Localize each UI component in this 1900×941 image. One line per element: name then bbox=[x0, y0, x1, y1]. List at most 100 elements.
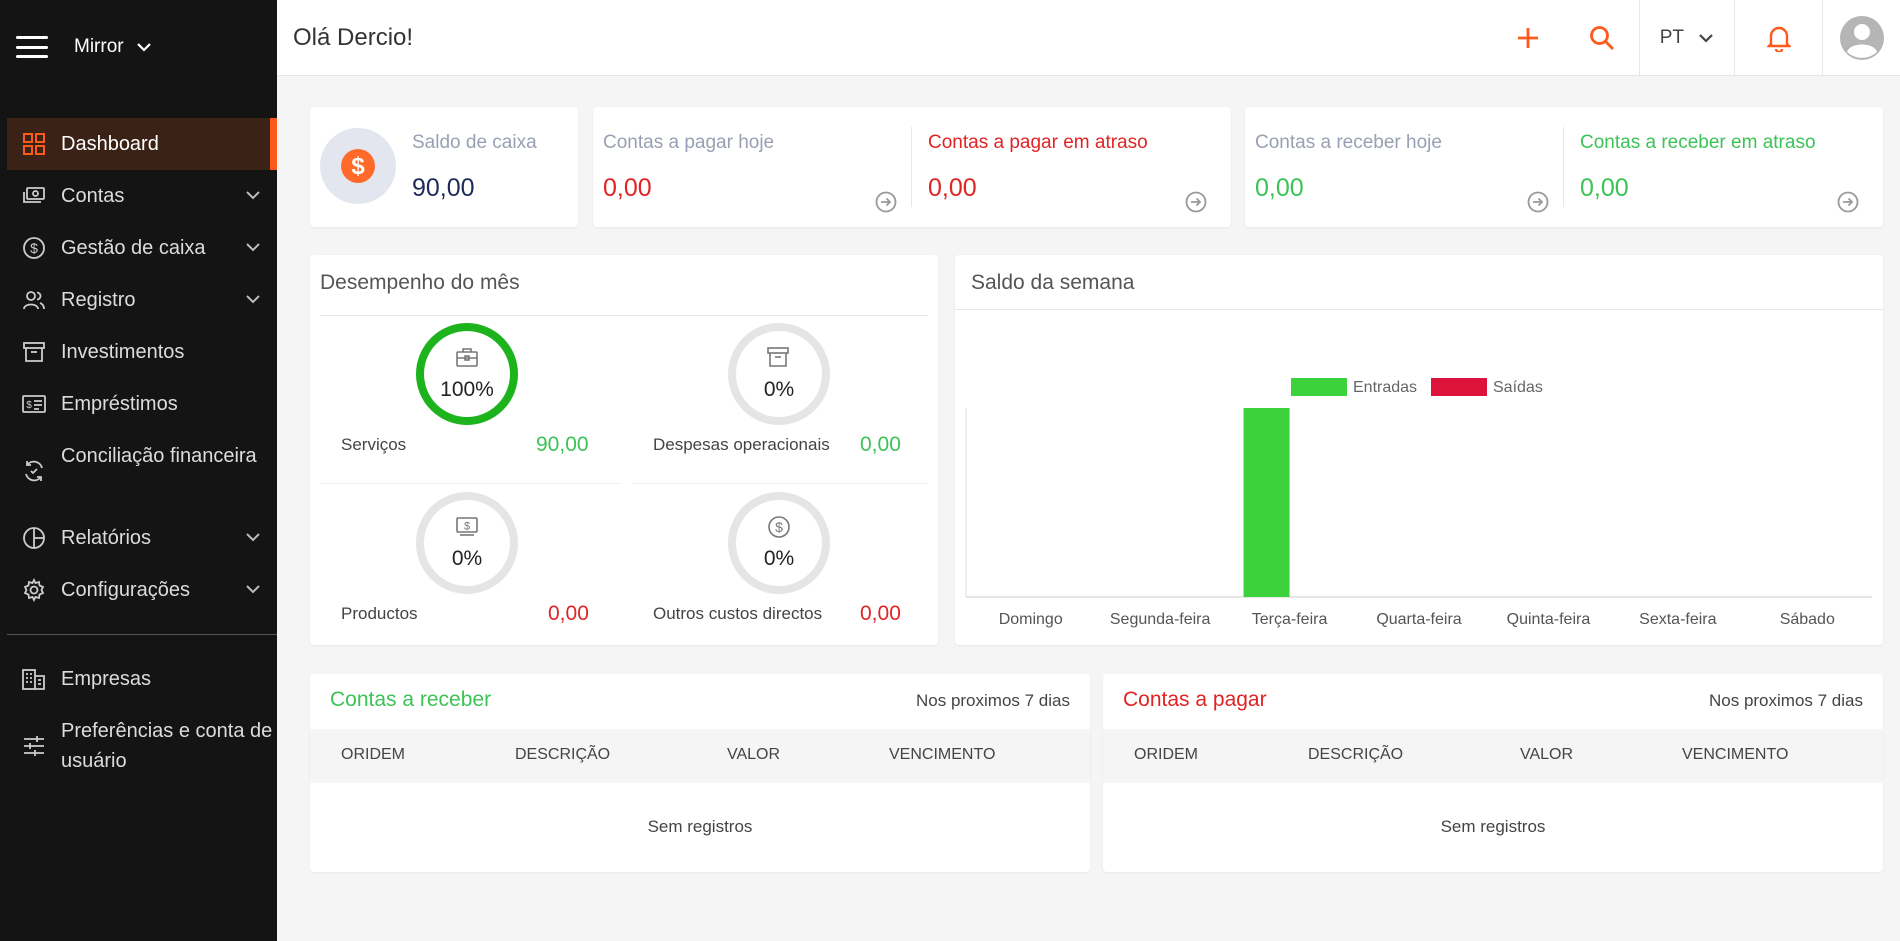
sidebar-item-empresas[interactable]: Empresas bbox=[7, 653, 277, 705]
cash-card-icon: $ bbox=[21, 389, 47, 419]
column-header: VENCIMENTO bbox=[889, 746, 996, 763]
saldo-caixa-card: $ bbox=[310, 107, 578, 227]
empty-state: Sem registros bbox=[647, 817, 753, 836]
chart-x-tick-label: Quinta-feira bbox=[1507, 611, 1591, 628]
empty-state: Sem registros bbox=[1440, 817, 1546, 836]
sidebar-item-label: Investimentos bbox=[61, 341, 185, 363]
sidebar-item-investimentos[interactable]: Investimentos bbox=[7, 326, 277, 378]
column-header: ORIDEM bbox=[1134, 746, 1198, 763]
notifications-button[interactable] bbox=[1735, 0, 1822, 76]
chevron-down-icon bbox=[246, 243, 260, 252]
company-selector[interactable]: Mirror bbox=[74, 36, 152, 58]
sidebar-item-configuracoes[interactable]: Configurações bbox=[7, 564, 277, 616]
svg-text:$: $ bbox=[464, 521, 470, 533]
contas-receber-card bbox=[1245, 107, 1883, 227]
sidebar-item-contas[interactable]: Contas bbox=[7, 170, 277, 222]
receber-table-title: Contas a receber bbox=[330, 688, 492, 711]
plus-icon bbox=[1517, 27, 1538, 48]
metric-label-despesas: Despesas operacionais bbox=[653, 435, 830, 454]
chart-x-tick-label: Terça-feira bbox=[1252, 611, 1328, 628]
chart-x-tick-label: Domingo bbox=[999, 611, 1063, 628]
top-header: Olá Dercio! PT bbox=[277, 0, 1900, 76]
svg-text:$: $ bbox=[26, 400, 32, 411]
saldo-icon-bg: $ bbox=[320, 128, 396, 204]
table-header: ORIDEM DESCRIÇÃO VALOR VENCIMENTO bbox=[1103, 729, 1883, 783]
company-name: Mirror bbox=[74, 36, 124, 57]
briefcase-icon bbox=[456, 348, 478, 367]
sidebar-item-emprestimos[interactable]: $ Empréstimos bbox=[7, 378, 277, 430]
sidebar-nav: Dashboard Contas $ Gestão de caixa Regis… bbox=[7, 118, 277, 787]
gear-icon bbox=[21, 575, 47, 605]
users-icon bbox=[21, 285, 47, 315]
avatar-icon bbox=[1839, 15, 1884, 60]
weekly-balance-chart: Domingo Segunda-feira Terça-feira Quarta-fe… bbox=[965, 378, 1872, 628]
user-menu-button[interactable] bbox=[1823, 0, 1900, 76]
gauge-productos: $ 0% bbox=[415, 491, 519, 595]
sidebar-item-dashboard[interactable]: Dashboard bbox=[7, 118, 277, 170]
gauge-percent: 0% bbox=[763, 547, 795, 570]
chart-x-tick-label: Sábado bbox=[1780, 611, 1835, 628]
column-header: ORIDEM bbox=[341, 746, 405, 763]
sidebar-item-label: Empréstimos bbox=[61, 393, 178, 415]
gauge-ring bbox=[416, 323, 518, 425]
chart-x-tick-label: Quarta-feira bbox=[1376, 611, 1461, 628]
chart-x-tick-label: Sexta-feira bbox=[1639, 611, 1716, 628]
metric-value-servicos: 90,00 bbox=[536, 433, 589, 456]
dollar-circle-icon: $ bbox=[768, 516, 790, 538]
grid-icon bbox=[21, 129, 47, 159]
sidebar-item-label: Dashboard bbox=[61, 133, 159, 155]
add-button[interactable] bbox=[1491, 0, 1565, 76]
archive-icon bbox=[21, 337, 47, 367]
search-button[interactable] bbox=[1565, 0, 1639, 76]
gauge-percent: 0% bbox=[451, 547, 483, 570]
chart-legend-swatch bbox=[1431, 378, 1487, 396]
sync-icon bbox=[21, 456, 47, 486]
sidebar-divider bbox=[7, 634, 277, 635]
metric-value-despesas: 0,00 bbox=[860, 433, 901, 456]
sidebar-item-preferencias[interactable]: Preferências e conta de usuário bbox=[7, 705, 277, 787]
arrow-right-circle-icon[interactable] bbox=[1527, 191, 1549, 213]
cash-icon: $ bbox=[456, 517, 478, 536]
sidebar-item-gestao-caixa[interactable]: $ Gestão de caixa bbox=[7, 222, 277, 274]
arrow-right-circle-icon[interactable] bbox=[1837, 191, 1859, 213]
desempenho-title: Desempenho do mês bbox=[320, 271, 520, 294]
sidebar-header: Mirror bbox=[0, 0, 277, 94]
building-icon bbox=[21, 664, 47, 694]
card-divider bbox=[1563, 127, 1564, 207]
saldo-caixa-value: 90,00 bbox=[412, 174, 475, 202]
receber-hoje-value: 0,00 bbox=[1255, 174, 1304, 202]
sidebar-item-registro[interactable]: Registro bbox=[7, 274, 277, 326]
dollar-coin-icon: $ bbox=[341, 149, 375, 183]
arrow-right-circle-icon[interactable] bbox=[875, 191, 897, 213]
contas-pagar-card bbox=[593, 107, 1231, 227]
card-divider bbox=[911, 127, 912, 207]
receber-table-subtitle: Nos proximos 7 dias bbox=[915, 691, 1070, 710]
bell-icon bbox=[1766, 26, 1791, 52]
column-header: DESCRIÇÃO bbox=[1308, 746, 1404, 763]
gauge-percent: 0% bbox=[763, 378, 795, 401]
gauge-ring bbox=[728, 323, 830, 425]
chart-legend-swatch bbox=[1291, 378, 1347, 396]
sidebar-item-relatorios[interactable]: Relatórios bbox=[7, 512, 277, 564]
sidebar-item-conciliacao[interactable]: Conciliação financeira bbox=[7, 430, 277, 512]
contas-receber-table: Contas a receber Nos proximos 7 dias ORI… bbox=[310, 674, 1090, 872]
column-header: DESCRIÇÃO bbox=[515, 746, 611, 763]
pagar-hoje-value: 0,00 bbox=[603, 174, 652, 202]
language-label: PT bbox=[1659, 26, 1684, 48]
dollar-circle-icon: $ bbox=[21, 233, 47, 263]
pagar-hoje-label: Contas a pagar hoje bbox=[603, 132, 775, 153]
chart-legend-label: Saídas bbox=[1493, 379, 1543, 396]
contas-pagar-table: Contas a pagar Nos proximos 7 dias ORIDE… bbox=[1103, 674, 1883, 872]
chart-x-tick-label: Segunda-feira bbox=[1110, 611, 1211, 628]
arrow-right-circle-icon[interactable] bbox=[1185, 191, 1207, 213]
sliders-icon bbox=[21, 731, 47, 761]
greeting: Olá Dercio! bbox=[293, 23, 414, 51]
menu-icon[interactable] bbox=[16, 36, 48, 58]
sidebar-item-label: Conciliação financeira bbox=[61, 445, 257, 467]
metric-divider bbox=[320, 483, 620, 484]
banknote-icon bbox=[21, 181, 47, 211]
pagar-atraso-value: 0,00 bbox=[928, 174, 977, 202]
language-selector[interactable]: PT bbox=[1640, 0, 1734, 76]
column-header: VALOR bbox=[1520, 746, 1574, 763]
metric-value-productos: 0,00 bbox=[548, 602, 589, 625]
